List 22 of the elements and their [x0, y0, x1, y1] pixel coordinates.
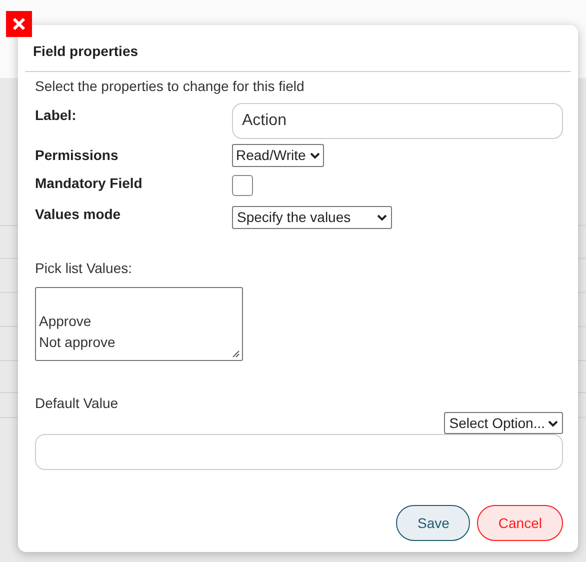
- chevron-down-icon: [548, 420, 558, 426]
- chevron-down-icon: [310, 152, 320, 159]
- label-input[interactable]: Action: [232, 103, 563, 139]
- chevron-down-icon: [377, 214, 387, 221]
- dialog-title: Field properties: [32, 42, 140, 61]
- pick-list-textarea[interactable]: Approve Not approve: [35, 287, 243, 361]
- pick-list-label: Pick list Values:: [35, 259, 133, 278]
- option-select[interactable]: Select Option...: [444, 412, 563, 434]
- field-label: Permissions: [35, 146, 120, 165]
- close-icon: [12, 17, 26, 31]
- resize-grip-icon[interactable]: [232, 350, 240, 358]
- close-button[interactable]: [6, 11, 32, 37]
- permissions-select[interactable]: Read/Write: [232, 144, 324, 167]
- field-label: Mandatory Field: [35, 174, 144, 193]
- save-button[interactable]: Save: [396, 505, 470, 541]
- values-mode-select[interactable]: Specify the values: [232, 206, 392, 229]
- field-label: Values mode: [35, 205, 122, 224]
- default-value-label: Default Value: [35, 394, 120, 413]
- field-label: Label:: [35, 106, 78, 125]
- intro-text: Select the properties to change for this field: [35, 77, 306, 96]
- mandatory-checkbox[interactable]: [232, 175, 253, 196]
- default-value-input[interactable]: [35, 434, 563, 470]
